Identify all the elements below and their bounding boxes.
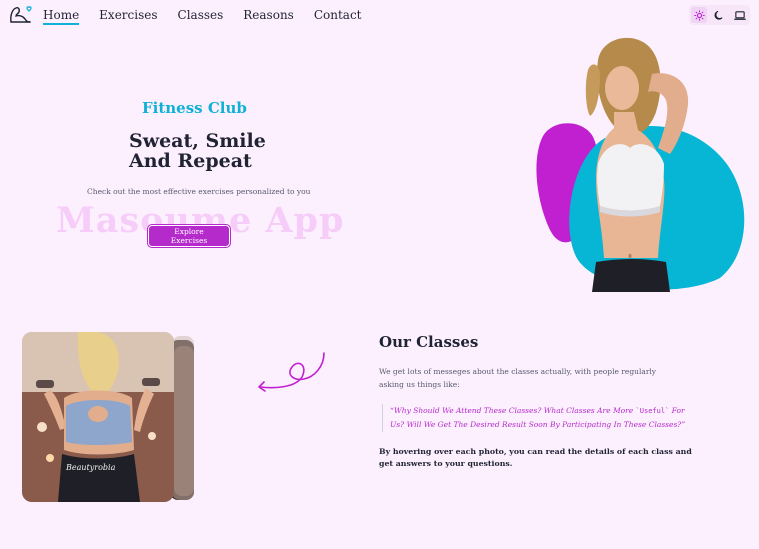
nav-contact[interactable]: Contact — [314, 8, 362, 22]
swirl-arrow-icon — [254, 349, 328, 395]
quote-code: `Useful` — [635, 407, 670, 415]
sun-icon[interactable] — [691, 7, 708, 23]
class-photo[interactable]: Beautyrobia — [22, 332, 197, 504]
hero-image — [530, 30, 754, 292]
logo-icon[interactable] — [8, 4, 34, 26]
explore-exercises-button[interactable]: Explore Exercises — [147, 224, 231, 248]
hero-description: Check out the most effective exercises p… — [87, 187, 311, 196]
hero-title-line2: And Repeat — [129, 150, 252, 172]
hero-title: Sweat, Smile And Repeat — [129, 131, 266, 171]
nav-home[interactable]: Home — [43, 8, 80, 25]
classes-text: We get lots of messeges about the classe… — [379, 367, 657, 389]
quote-text-start: “Why Should We Attend These Classes? Wha… — [390, 406, 636, 415]
theme-switcher — [689, 5, 750, 25]
nav-classes[interactable]: Classes — [178, 8, 224, 22]
moon-icon[interactable] — [711, 7, 727, 23]
laptop-icon[interactable] — [732, 7, 748, 23]
nav-exercises[interactable]: Exercises — [99, 8, 157, 22]
classes-note: By hovering over each photo, you can rea… — [379, 447, 692, 468]
top-nav: Home Exercises Classes Reasons Contact — [0, 0, 759, 32]
classes-quote: “Why Should We Attend These Classes? Wha… — [382, 404, 690, 432]
photo-brand-text: Beautyrobia — [65, 463, 116, 472]
nav-reasons[interactable]: Reasons — [243, 8, 294, 22]
hero-subtitle: Fitness Club — [142, 99, 247, 117]
classes-title: Our Classes — [379, 333, 479, 351]
hero-title-line1: Sweat, Smile — [129, 130, 266, 152]
